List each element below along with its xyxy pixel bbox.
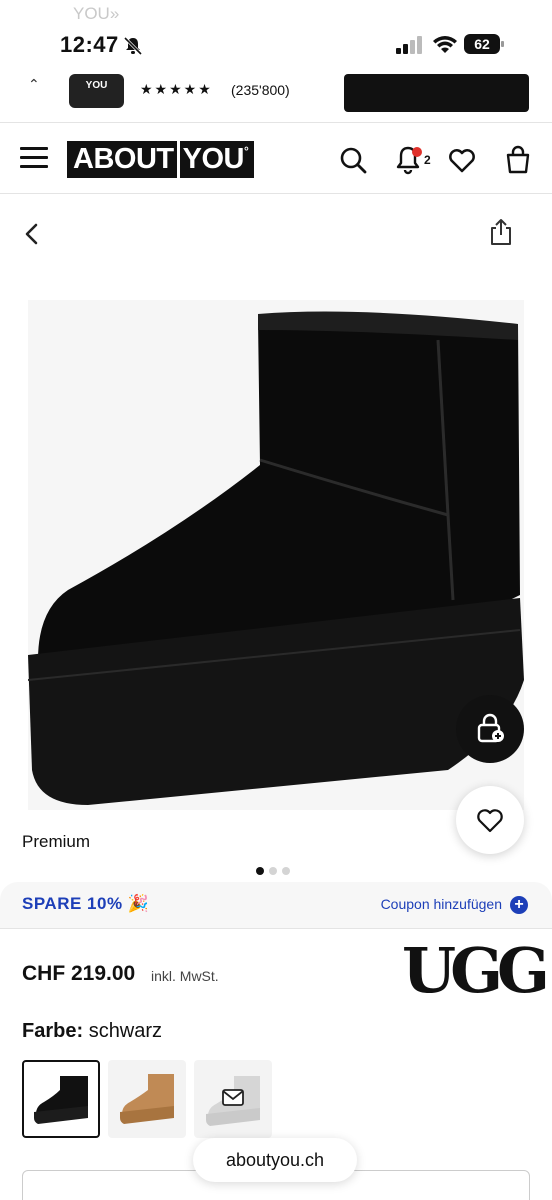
lock-add-button[interactable] (456, 695, 524, 763)
boot-chestnut-thumb (120, 1074, 174, 1124)
heart-icon[interactable] (447, 145, 477, 175)
promo-text: SPARE 10% 🎉 (22, 894, 150, 913)
wishlist-button[interactable] (456, 786, 524, 854)
signal-icon (396, 36, 422, 54)
wifi-icon (433, 36, 457, 53)
back-chevron-icon[interactable] (22, 222, 42, 246)
coupon-link[interactable]: Coupon hinzufügen (381, 896, 502, 912)
premium-label: Premium (0, 828, 113, 856)
battery-indicator: 62 (464, 34, 504, 54)
bell-off-icon (123, 36, 143, 56)
lock-plus-icon (477, 713, 504, 743)
brand-logo[interactable]: UGG (402, 940, 550, 1002)
color-swatch-chestnut[interactable] (108, 1060, 186, 1138)
divider (0, 193, 552, 194)
site-logo[interactable]: ABOUT YOU° (67, 141, 255, 178)
app-install-banner: ⌃ YOU ★★★★★ (235'800) (0, 62, 552, 122)
bag-icon[interactable] (503, 145, 533, 175)
boot-black-thumb (34, 1076, 88, 1124)
menu-icon[interactable] (20, 147, 48, 169)
color-selector-label: Farbe: schwarz (22, 1020, 162, 1043)
top-fade-remnant: YOU» (0, 0, 552, 30)
boot-grey-thumb (206, 1076, 260, 1126)
heart-outline-icon (477, 809, 503, 833)
site-header: ABOUT YOU° 2 (0, 123, 552, 193)
search-icon[interactable] (338, 145, 368, 175)
color-swatch-black[interactable] (22, 1060, 100, 1138)
app-open-button[interactable] (344, 74, 529, 112)
product-price: CHF 219.00 (22, 962, 136, 985)
promo-strip[interactable]: SPARE 10% 🎉 Coupon hinzufügen + (0, 882, 552, 928)
notification-count: 2 (424, 153, 431, 167)
color-label: Farbe: (22, 1020, 84, 1042)
color-value: schwarz (88, 1020, 163, 1042)
browser-url-pill[interactable]: aboutyou.ch (193, 1138, 357, 1182)
app-logo: YOU (69, 74, 124, 108)
battery-level: 62 (464, 34, 500, 54)
notification-dot (412, 147, 422, 157)
logo-right: YOU (182, 143, 245, 175)
share-icon[interactable] (488, 218, 514, 246)
product-image[interactable] (27, 300, 524, 810)
color-swatch-notify[interactable] (194, 1060, 272, 1138)
boot-illustration (27, 311, 524, 805)
status-time: 12:47 (60, 32, 119, 57)
status-bar: 12:47 62 (0, 30, 552, 62)
pagination-dot[interactable] (269, 867, 277, 875)
divider (0, 928, 552, 929)
vat-note: inkl. MwSt. (151, 968, 219, 984)
rating-stars: ★★★★★ (140, 81, 213, 97)
pagination-dot[interactable] (282, 867, 290, 875)
remnant-text: YOU» (73, 4, 120, 23)
review-count: (235'800) (231, 82, 290, 98)
add-coupon-icon[interactable]: + (510, 896, 528, 914)
image-pagination[interactable] (256, 862, 295, 875)
logo-left: ABOUT (73, 143, 174, 175)
battery-nub (501, 41, 504, 47)
banner-close-icon[interactable]: ⌃ (28, 76, 40, 93)
pagination-dot[interactable] (256, 867, 264, 875)
